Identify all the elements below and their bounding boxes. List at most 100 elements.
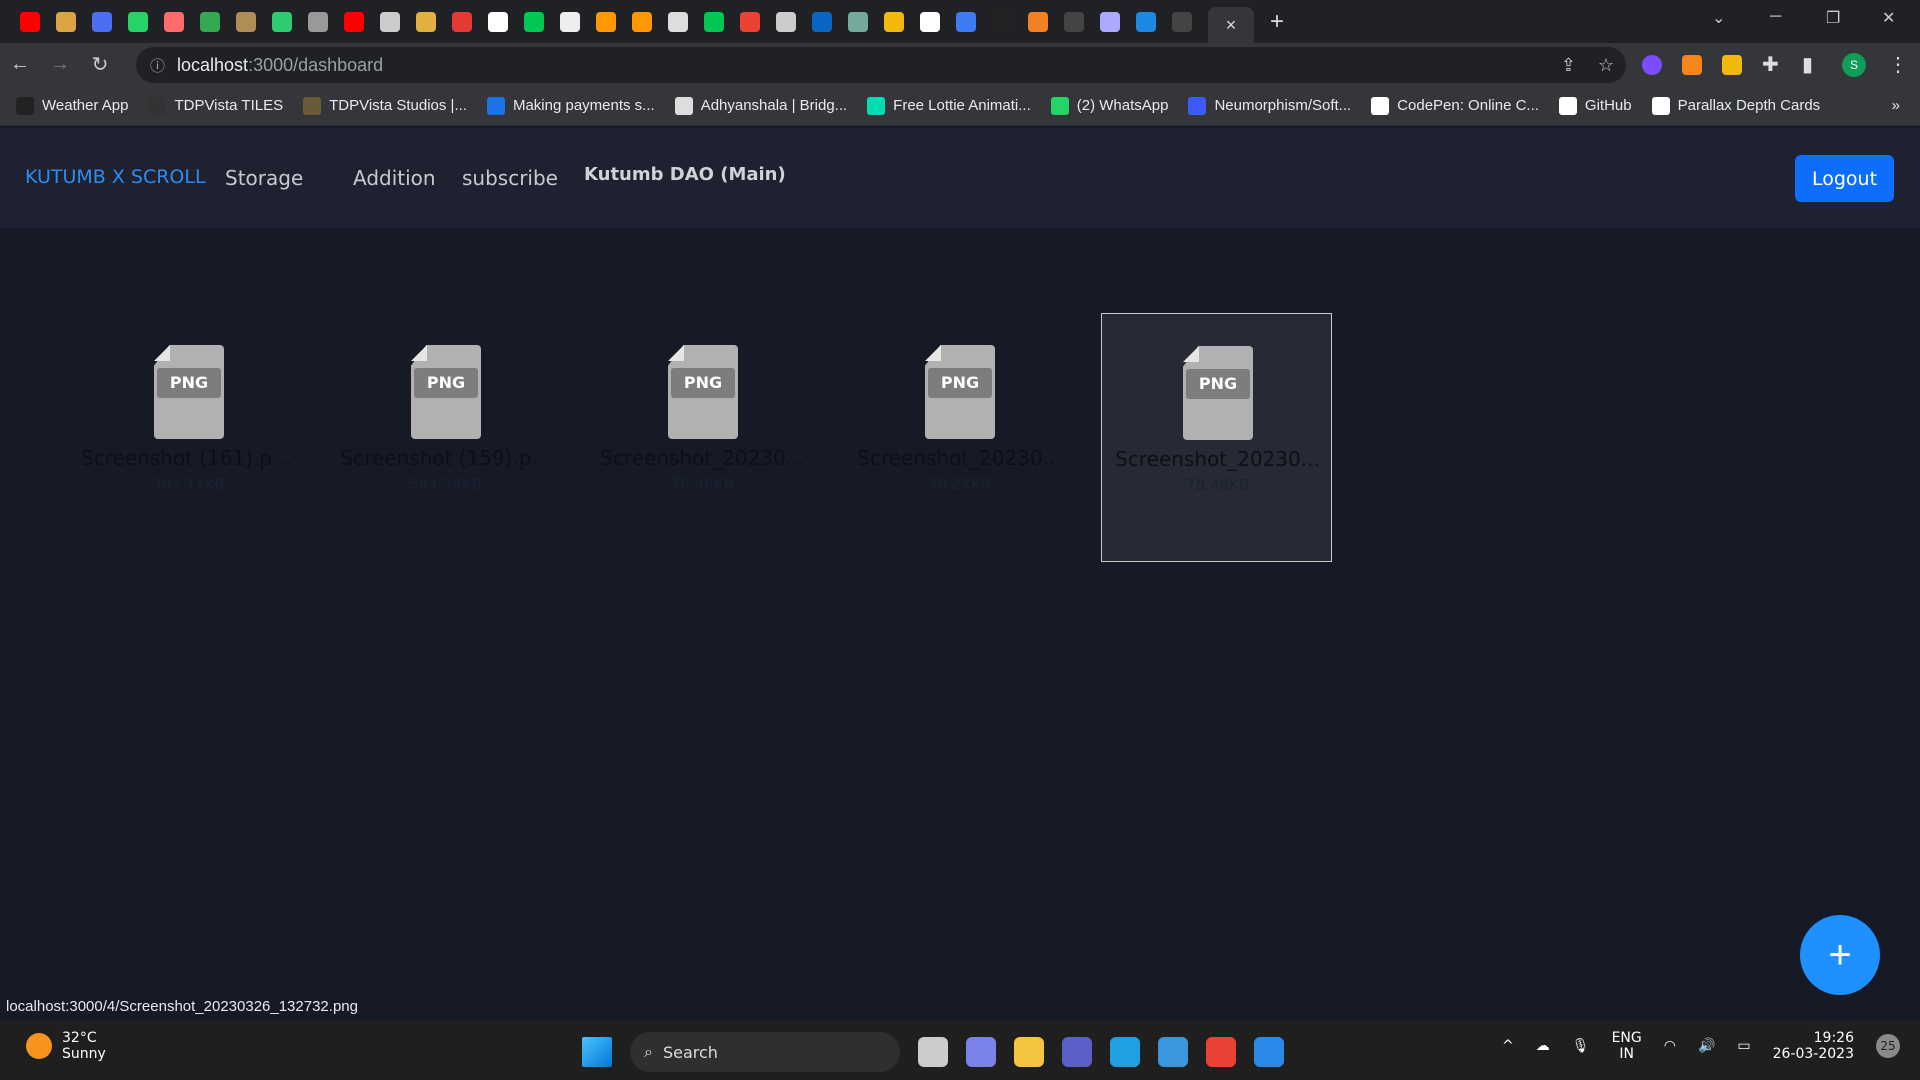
bookmark-item[interactable]: Adhyanshala | Bridg... bbox=[674, 96, 847, 115]
pinned-tab-icon[interactable] bbox=[20, 11, 40, 32]
pinned-tab-icon[interactable] bbox=[704, 11, 724, 32]
pinned-tab-icon[interactable] bbox=[1136, 11, 1156, 32]
pinned-tab-icon[interactable] bbox=[380, 11, 400, 32]
bookmark-item[interactable]: Parallax Depth Cards bbox=[1651, 96, 1820, 115]
pinned-tab-icon[interactable] bbox=[416, 11, 436, 32]
bookmark-star-icon[interactable]: ☆ bbox=[1598, 55, 1614, 76]
pinned-tab-icon[interactable] bbox=[1028, 11, 1048, 32]
extension-icon[interactable] bbox=[1642, 54, 1662, 75]
taskbar-app-icon[interactable] bbox=[966, 1037, 996, 1067]
pinned-tab-icon[interactable] bbox=[1100, 11, 1120, 32]
pinned-tab-icon[interactable] bbox=[272, 11, 292, 32]
taskbar-app-icon[interactable] bbox=[918, 1037, 948, 1067]
extensions-puzzle-icon[interactable]: ✚ bbox=[1762, 52, 1779, 77]
pinned-tab-icon[interactable] bbox=[524, 11, 544, 32]
bookmark-item[interactable]: Weather App bbox=[16, 96, 128, 115]
taskbar-app-icon[interactable] bbox=[1062, 1037, 1092, 1067]
pinned-tab-icon[interactable] bbox=[452, 11, 472, 32]
taskbar-app-icon[interactable] bbox=[1014, 1037, 1044, 1067]
notification-badge[interactable]: 25 bbox=[1876, 1034, 1900, 1058]
new-tab-button[interactable]: + bbox=[1270, 8, 1284, 36]
tab-search-icon[interactable]: ⌄ bbox=[1712, 8, 1725, 28]
nav-subscribe[interactable]: subscribe bbox=[462, 166, 558, 190]
chevron-up-icon[interactable]: ^ bbox=[1502, 1038, 1514, 1054]
active-tab-close[interactable]: × bbox=[1208, 7, 1254, 43]
microphone-icon[interactable]: 🎙 bbox=[1572, 1038, 1590, 1054]
pinned-tab-icon[interactable] bbox=[596, 11, 616, 32]
bookmark-item[interactable]: Making payments s... bbox=[486, 96, 655, 115]
start-windows-icon[interactable] bbox=[582, 1037, 612, 1067]
taskbar-app-icon[interactable] bbox=[1254, 1037, 1284, 1067]
reload-icon[interactable]: ↻ bbox=[80, 52, 120, 77]
pinned-tab-icon[interactable] bbox=[128, 11, 148, 32]
url-input[interactable]: ⓘ localhost:3000/dashboard ⇪ ☆ bbox=[136, 47, 1626, 83]
restore-button[interactable]: ❐ bbox=[1826, 8, 1840, 28]
bookmarks-overflow-button[interactable]: » bbox=[1892, 97, 1900, 114]
bookmark-item[interactable]: CodePen: Online C... bbox=[1371, 96, 1539, 115]
share-icon[interactable]: ⇪ bbox=[1561, 55, 1576, 76]
wifi-icon[interactable]: ◠ bbox=[1664, 1038, 1676, 1054]
battery-icon[interactable]: ▭ bbox=[1737, 1038, 1750, 1054]
file-card[interactable]: PNG Screenshot_20230... 78.48KB bbox=[587, 313, 818, 562]
pinned-tab-icon[interactable] bbox=[164, 11, 184, 32]
pinned-tab-icon[interactable] bbox=[308, 11, 328, 32]
pinned-tab-icon[interactable] bbox=[776, 11, 796, 32]
language-indicator[interactable]: ENG IN bbox=[1612, 1030, 1642, 1062]
close-window-button[interactable]: ✕ bbox=[1882, 8, 1895, 28]
pinned-tab-icon[interactable] bbox=[1172, 11, 1192, 32]
pinned-tab-icon[interactable] bbox=[668, 11, 688, 32]
volume-icon[interactable]: 🔊 bbox=[1698, 1038, 1715, 1054]
nav-addition[interactable]: Addition bbox=[353, 166, 436, 190]
taskbar-app-icon[interactable] bbox=[1110, 1037, 1140, 1067]
side-panel-icon[interactable]: ▮ bbox=[1802, 52, 1813, 77]
file-card[interactable]: PNG Screenshot_20230... 78.48KB bbox=[1101, 313, 1332, 562]
bookmark-item[interactable]: TDPVista TILES bbox=[148, 96, 283, 115]
add-file-button[interactable]: + bbox=[1800, 915, 1880, 995]
date: 26-03-2023 bbox=[1772, 1046, 1854, 1062]
taskbar-app-icon[interactable] bbox=[1158, 1037, 1188, 1067]
bookmark-item[interactable]: (2) WhatsApp bbox=[1050, 96, 1168, 115]
bookmark-item[interactable]: TDPVista Studios |... bbox=[303, 96, 467, 115]
nav-storage[interactable]: Storage bbox=[225, 166, 303, 190]
file-name: Screenshot_20230... bbox=[600, 446, 805, 470]
forward-icon[interactable]: → bbox=[40, 53, 80, 76]
pinned-tab-icon[interactable] bbox=[1064, 11, 1084, 32]
pinned-tab-icon[interactable] bbox=[236, 11, 256, 32]
menu-icon[interactable]: ⋮ bbox=[1888, 52, 1908, 77]
pinned-tab-icon[interactable] bbox=[956, 11, 976, 32]
pinned-tab-icon[interactable] bbox=[920, 11, 940, 32]
pinned-tab-icon[interactable] bbox=[812, 11, 832, 32]
pinned-tab-icon[interactable] bbox=[200, 11, 220, 32]
pinned-tab-icon[interactable] bbox=[632, 11, 652, 32]
bookmarks-bar: Weather App TDPVista TILES TDPVista Studio… bbox=[0, 86, 1920, 126]
pinned-tab-icon[interactable] bbox=[992, 11, 1012, 32]
minimize-button[interactable]: ─ bbox=[1770, 8, 1781, 26]
bookmark-item[interactable]: Free Lottie Animati... bbox=[867, 96, 1031, 115]
file-card[interactable]: PNG Screenshot_20230... 38.27KB bbox=[844, 313, 1075, 562]
metamask-icon[interactable] bbox=[1682, 54, 1702, 75]
pinned-tab-icon[interactable] bbox=[488, 11, 508, 32]
file-card[interactable]: PNG Screenshot (161).png 302.11KB bbox=[73, 313, 304, 562]
pinned-tab-icon[interactable] bbox=[740, 11, 760, 32]
bookmark-item[interactable]: GitHub bbox=[1558, 96, 1632, 115]
pinned-tab-icon[interactable] bbox=[884, 11, 904, 32]
logout-button[interactable]: Logout bbox=[1795, 155, 1894, 202]
pinned-tab-icon[interactable] bbox=[56, 11, 76, 32]
clock[interactable]: 19:26 26-03-2023 bbox=[1773, 1030, 1854, 1062]
taskbar-search[interactable]: ⌕ Search bbox=[630, 1032, 900, 1072]
brand-link[interactable]: KUTUMB X SCROLL bbox=[25, 166, 206, 188]
back-icon[interactable]: ← bbox=[0, 53, 40, 76]
weather-widget[interactable]: 32°C Sunny bbox=[26, 1030, 106, 1062]
profile-avatar[interactable]: S bbox=[1842, 52, 1866, 77]
bookmark-item[interactable]: Neumorphism/Soft... bbox=[1188, 96, 1351, 115]
wallet-extension-icon[interactable] bbox=[1722, 54, 1742, 75]
pinned-tab-icon[interactable] bbox=[344, 11, 364, 32]
onedrive-icon[interactable]: ☁ bbox=[1536, 1038, 1550, 1054]
info-icon[interactable]: ⓘ bbox=[150, 55, 165, 76]
pinned-tab-icon[interactable] bbox=[92, 11, 112, 32]
file-card[interactable]: PNG Screenshot (159).p... 544.58KB bbox=[330, 313, 561, 562]
pinned-tab-icon[interactable] bbox=[848, 11, 868, 32]
taskbar-app-icon[interactable] bbox=[1206, 1037, 1236, 1067]
pinned-tab-icon[interactable] bbox=[560, 11, 580, 32]
dao-selector[interactable]: Kutumb DAO (Main) bbox=[584, 164, 786, 185]
